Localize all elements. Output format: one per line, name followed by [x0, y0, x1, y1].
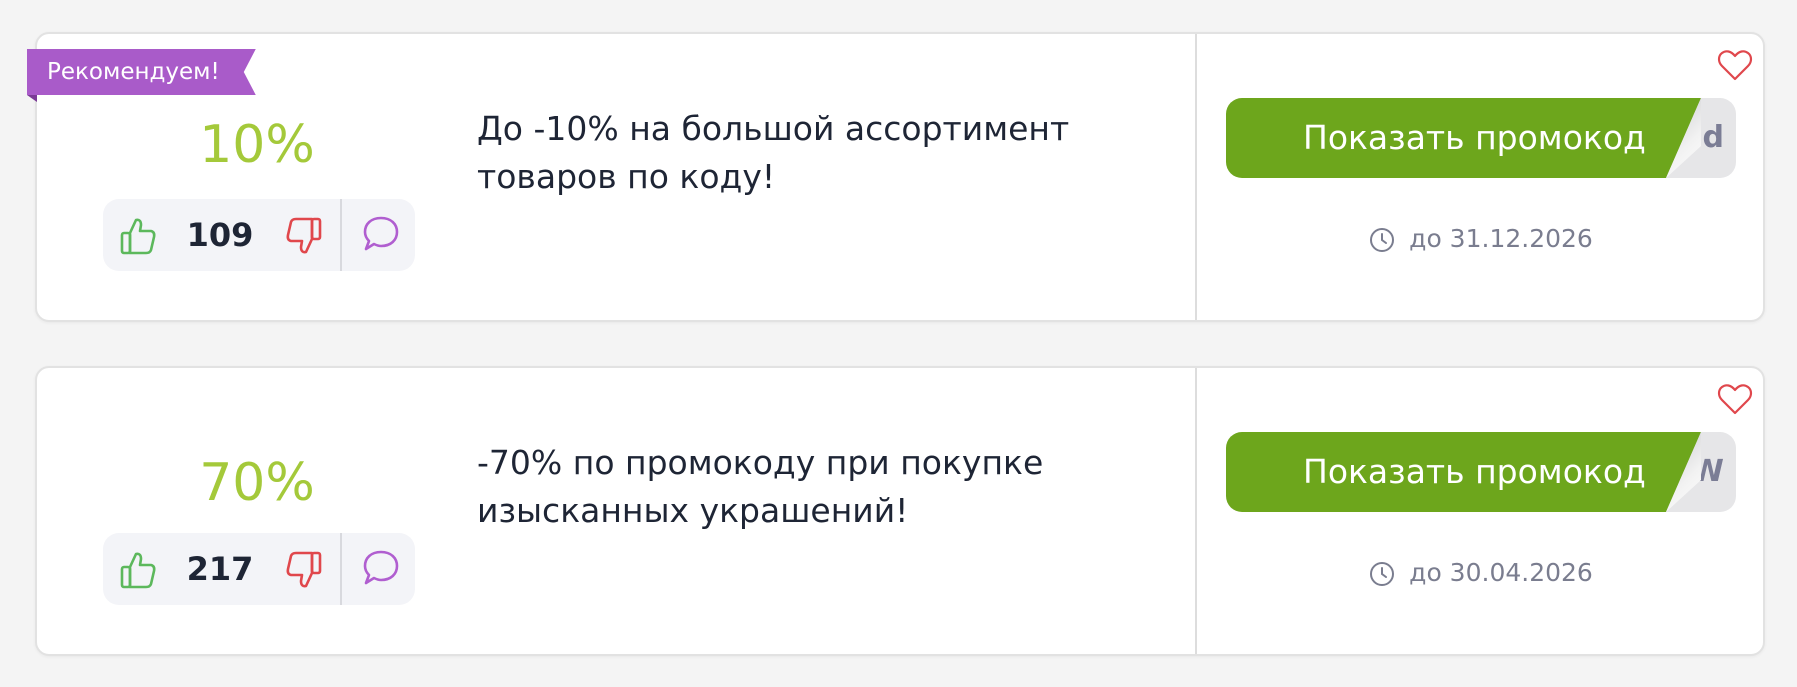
- heart-icon[interactable]: [1717, 48, 1753, 82]
- expiry-date: до 30.04.2026: [1226, 558, 1736, 588]
- discount-value: 10%: [199, 115, 315, 175]
- heart-icon[interactable]: [1717, 382, 1753, 416]
- offer-description: -70% по промокоду при покупке изысканных…: [477, 439, 1117, 535]
- comment-icon[interactable]: [361, 548, 401, 588]
- description-line: товаров по коду!: [477, 157, 776, 196]
- expiry-text: до 31.12.2026: [1409, 224, 1593, 253]
- vote-panel: 217: [103, 533, 415, 605]
- thumbs-down-icon[interactable]: [285, 550, 323, 590]
- offer-card: 70% 217 -70% по промокоду при покупке из…: [35, 366, 1765, 656]
- clock-icon: [1370, 228, 1395, 252]
- show-promo-code-button[interactable]: W Показать промокод: [1226, 432, 1736, 512]
- comment-icon[interactable]: [361, 214, 401, 254]
- description-line: До -10% на большой ассортимент: [477, 109, 1070, 148]
- recommended-ribbon: Рекомендуем!: [27, 49, 256, 95]
- thumbs-up-icon[interactable]: [119, 216, 157, 256]
- offer-card: Рекомендуем! 10% 109 До -10% на большой …: [27, 32, 1765, 322]
- vote-divider: [340, 533, 342, 605]
- promo-code-peek: d: [1702, 120, 1724, 155]
- ribbon-fold: [27, 95, 37, 102]
- show-promo-code-button[interactable]: d Показать промокод: [1226, 98, 1736, 178]
- vote-count: 109: [186, 216, 254, 254]
- expiry-text: до 30.04.2026: [1409, 558, 1593, 587]
- column-divider: [1195, 34, 1197, 320]
- show-promo-code-label[interactable]: Показать промокод: [1226, 98, 1701, 178]
- offer-list: Рекомендуем! 10% 109 До -10% на большой …: [0, 0, 1797, 687]
- discount-value: 70%: [199, 453, 315, 513]
- description-line: изысканных украшений!: [477, 491, 909, 530]
- expiry-date: до 31.12.2026: [1226, 224, 1736, 254]
- column-divider: [1195, 368, 1197, 654]
- vote-divider: [340, 199, 342, 271]
- show-promo-code-label[interactable]: Показать промокод: [1226, 432, 1701, 512]
- vote-count: 217: [186, 550, 254, 588]
- vote-panel: 109: [103, 199, 415, 271]
- description-line: -70% по промокоду при покупке: [477, 443, 1044, 482]
- clock-icon: [1370, 562, 1395, 586]
- thumbs-down-icon[interactable]: [285, 216, 323, 256]
- offer-description: До -10% на большой ассортимент товаров п…: [477, 105, 1117, 201]
- thumbs-up-icon[interactable]: [119, 550, 157, 590]
